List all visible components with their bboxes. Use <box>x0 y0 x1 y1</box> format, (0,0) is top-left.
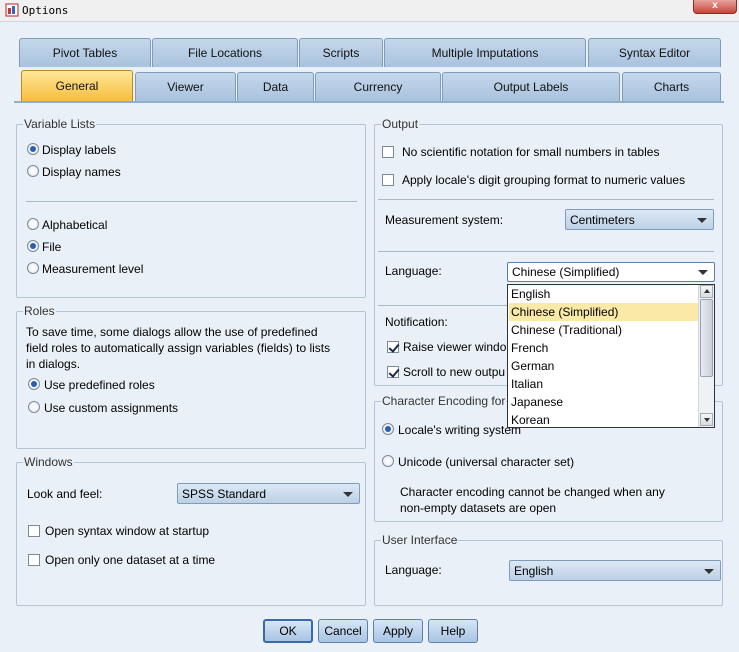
measurement-system-label: Measurement system: <box>385 213 504 227</box>
raise-viewer-window-checkbox[interactable] <box>387 341 399 353</box>
ui-language-dropdown[interactable]: English <box>509 560 721 581</box>
tab-charts[interactable]: Charts <box>622 72 721 101</box>
tab-multiple-imputations[interactable]: Multiple Imputations <box>384 38 586 67</box>
chevron-down-icon <box>343 492 353 497</box>
help-button[interactable]: Help <box>428 619 478 643</box>
roles-title: Roles <box>23 304 56 318</box>
output-title: Output <box>381 117 420 131</box>
apply-locale-grouping-checkbox[interactable] <box>382 174 394 186</box>
display-names-radio[interactable] <box>27 165 39 177</box>
look-and-feel-label: Look and feel: <box>27 487 103 501</box>
close-button[interactable]: x <box>693 0 737 14</box>
output-divider-3 <box>378 305 508 306</box>
language-option-korean[interactable]: Korean <box>509 411 698 429</box>
scroll-thumb[interactable] <box>700 299 713 377</box>
arrow-up-icon <box>704 289 710 293</box>
language-option-french[interactable]: French <box>509 339 698 357</box>
ui-language-label: Language: <box>385 563 442 577</box>
locale-writing-system-label: Locale's writing system <box>398 423 521 437</box>
language-option-chinese-simplified[interactable]: Chinese (Simplified) <box>509 303 698 321</box>
language-option-english[interactable]: English <box>509 285 698 303</box>
scroll-to-new-output-checkbox[interactable] <box>387 366 399 378</box>
measurement-system-value: Centimeters <box>570 213 635 227</box>
notification-label: Notification: <box>385 315 448 329</box>
use-predefined-roles-label: Use predefined roles <box>44 378 155 392</box>
tab-syntax-editor[interactable]: Syntax Editor <box>588 38 721 67</box>
display-labels-radio[interactable] <box>27 143 39 155</box>
apply-locale-grouping-label: Apply locale's digit grouping format to … <box>402 173 686 187</box>
encoding-note-line-1: Character encoding cannot be changed whe… <box>400 485 665 499</box>
arrow-down-icon <box>704 418 710 422</box>
chevron-down-icon <box>704 569 714 574</box>
roles-description-line-1: To save time, some dialogs allow the use… <box>26 325 318 339</box>
tab-currency[interactable]: Currency <box>315 72 441 101</box>
encoding-note-line-2: non-empty datasets are open <box>400 501 557 515</box>
open-one-dataset-label: Open only one dataset at a time <box>45 553 216 567</box>
measurement-level-label: Measurement level <box>42 262 144 276</box>
measurement-system-dropdown[interactable]: Centimeters <box>565 209 714 230</box>
user-interface-title: User Interface <box>381 533 459 547</box>
title-bar: Options x <box>0 0 739 22</box>
window-title: Options <box>22 4 69 17</box>
tab-data[interactable]: Data <box>237 72 314 101</box>
language-option-japanese[interactable]: Japanese <box>509 393 698 411</box>
open-syntax-window-checkbox[interactable] <box>28 525 40 537</box>
alphabetical-radio[interactable] <box>27 218 39 230</box>
scroll-down-button[interactable] <box>700 413 713 426</box>
use-custom-assignments-label: Use custom assignments <box>44 401 179 415</box>
display-labels-label: Display labels <box>42 143 117 157</box>
ui-language-value: English <box>514 564 554 578</box>
no-scientific-notation-label: No scientific notation for small numbers… <box>402 145 660 159</box>
raise-viewer-window-label: Raise viewer windo <box>403 340 507 354</box>
tab-viewer[interactable]: Viewer <box>135 72 236 101</box>
locale-writing-system-radio[interactable] <box>382 423 394 435</box>
output-language-dropdown[interactable]: Chinese (Simplified) <box>507 262 715 282</box>
tab-pivot-tables[interactable]: Pivot Tables <box>19 38 151 67</box>
scroll-to-new-output-label: Scroll to new outpu <box>403 365 506 379</box>
open-syntax-window-label: Open syntax window at startup <box>45 524 210 538</box>
tab-scripts[interactable]: Scripts <box>299 38 383 67</box>
language-option-chinese-traditional[interactable]: Chinese (Traditional) <box>509 321 698 339</box>
file-order-label: File <box>42 240 62 254</box>
variable-lists-title: Variable Lists <box>23 117 97 131</box>
look-and-feel-dropdown[interactable]: SPSS Standard <box>177 483 360 504</box>
alphabetical-label: Alphabetical <box>42 218 108 232</box>
ok-button[interactable]: OK <box>263 619 313 643</box>
tab-general[interactable]: General <box>21 70 133 101</box>
variable-lists-divider <box>26 201 357 202</box>
output-divider-2 <box>378 251 714 252</box>
display-names-label: Display names <box>42 165 121 179</box>
windows-title: Windows <box>23 455 74 469</box>
cancel-button[interactable]: Cancel <box>318 619 368 643</box>
tab-file-locations[interactable]: File Locations <box>152 38 298 67</box>
language-option-german[interactable]: German <box>509 357 698 375</box>
unicode-label: Unicode (universal character set) <box>398 455 575 469</box>
language-option-italian[interactable]: Italian <box>509 375 698 393</box>
chevron-down-icon <box>698 270 708 275</box>
roles-description-line-2: field roles to automatically assign vari… <box>26 341 331 355</box>
output-language-label: Language: <box>385 264 442 278</box>
tab-output-labels[interactable]: Output Labels <box>442 72 620 101</box>
apply-button[interactable]: Apply <box>373 619 423 643</box>
unicode-radio[interactable] <box>382 455 394 467</box>
open-one-dataset-checkbox[interactable] <box>28 554 40 566</box>
output-divider-1 <box>378 199 714 200</box>
roles-description-line-3: in dialogs. <box>26 357 81 371</box>
use-predefined-roles-radio[interactable] <box>28 378 40 390</box>
no-scientific-notation-checkbox[interactable] <box>382 146 394 158</box>
scroll-up-button[interactable] <box>700 285 713 298</box>
file-order-radio[interactable] <box>27 240 39 252</box>
character-encoding-title: Character Encoding for <box>381 394 507 408</box>
dropdown-scrollbar[interactable] <box>698 285 714 427</box>
spss-app-icon <box>5 3 19 17</box>
use-custom-assignments-radio[interactable] <box>28 401 40 413</box>
language-dropdown-list[interactable]: English Chinese (Simplified) Chinese (Tr… <box>507 284 715 428</box>
chevron-down-icon <box>697 218 707 223</box>
output-language-value: Chinese (Simplified) <box>512 265 620 279</box>
tab-panel-border <box>14 101 724 103</box>
look-and-feel-value: SPSS Standard <box>182 487 267 501</box>
measurement-level-radio[interactable] <box>27 262 39 274</box>
